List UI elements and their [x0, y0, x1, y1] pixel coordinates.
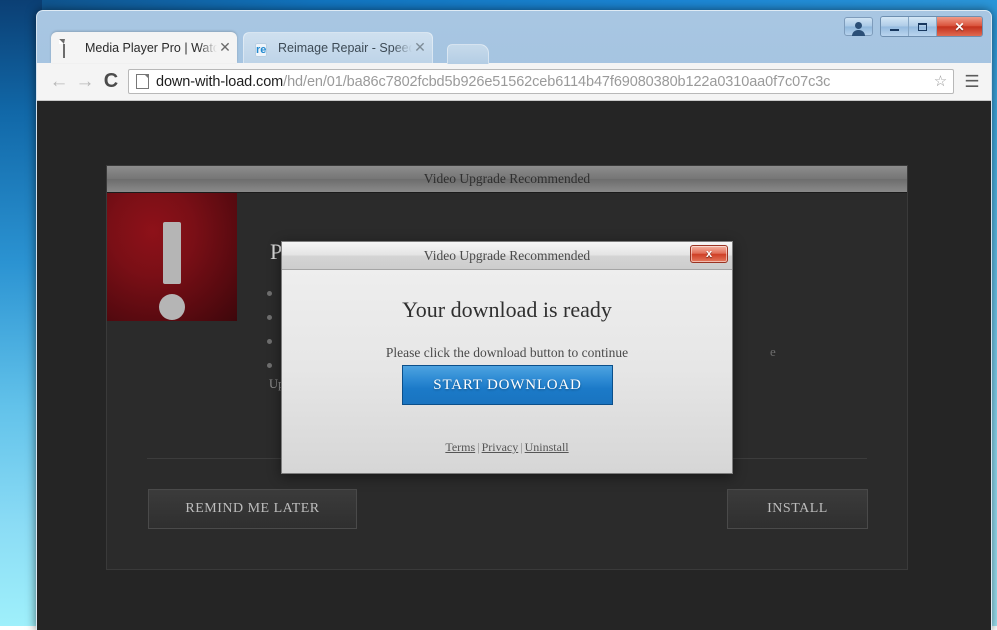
tab-title: Media Player Pro | Watch: [85, 40, 217, 55]
dialog-subtext: Please click the download button to cont…: [385, 345, 629, 360]
reload-button[interactable]: C: [98, 69, 124, 95]
window-controls: ✕: [844, 16, 983, 37]
tab-strip: Media Player Pro | Watch ✕ re Reimage Re…: [37, 11, 991, 64]
terms-link[interactable]: Terms: [445, 440, 475, 454]
maximize-button[interactable]: [909, 17, 937, 36]
remind-me-later-button[interactable]: REMIND ME LATER: [148, 489, 357, 529]
close-icon: x: [705, 248, 713, 260]
page-right-text-fragment: e: [770, 344, 776, 359]
minimize-button[interactable]: [881, 17, 909, 36]
uninstall-link[interactable]: Uninstall: [525, 440, 569, 454]
install-button[interactable]: INSTALL: [727, 489, 868, 529]
forward-button[interactable]: →: [72, 69, 98, 95]
address-bar[interactable]: down-with-load.com/hd/en/01/ba86c7802fcb…: [128, 69, 954, 94]
start-download-button[interactable]: START DOWNLOAD: [402, 365, 613, 405]
tab-reimage-repair[interactable]: re Reimage Repair - Speed u ✕: [243, 32, 433, 63]
page-header-title: Video Upgrade Recommended: [107, 166, 907, 193]
page-icon: [62, 38, 78, 58]
dialog-title: Video Upgrade Recommended: [423, 247, 591, 263]
browser-toolbar: ← → C down-with-load.com/hd/en/01/ba86c7…: [37, 63, 991, 101]
re-logo-text: re: [255, 43, 268, 57]
dialog-titlebar: Video Upgrade Recommended x: [282, 242, 732, 270]
bookmark-star-icon[interactable]: ☆: [932, 74, 949, 89]
tab-media-player-pro[interactable]: Media Player Pro | Watch ✕: [51, 32, 237, 63]
url-text: down-with-load.com/hd/en/01/ba86c7802fcb…: [156, 74, 932, 90]
menu-icon[interactable]: ☰: [962, 73, 982, 90]
tab-close-icon[interactable]: ✕: [412, 40, 428, 56]
tab-close-icon[interactable]: ✕: [217, 39, 233, 56]
dialog-heading: Your download is ready: [402, 297, 612, 322]
browser-window: Media Player Pro | Watch ✕ re Reimage Re…: [36, 10, 992, 630]
user-account-icon[interactable]: [844, 17, 873, 36]
dialog-footer-links: Terms | Privacy | Uninstall: [282, 440, 732, 455]
page-viewport: Video Upgrade Recommended P Up e REMIND …: [37, 101, 991, 630]
privacy-link[interactable]: Privacy: [482, 440, 519, 454]
dialog-close-button[interactable]: x: [690, 245, 728, 263]
back-button[interactable]: ←: [46, 69, 72, 95]
list-item-bullet: [267, 363, 272, 368]
url-host: down-with-load.com: [156, 73, 284, 90]
page-bullet-list: [267, 291, 272, 387]
new-tab-button[interactable]: [447, 44, 489, 64]
tab-title: Reimage Repair - Speed u: [278, 41, 412, 55]
re-logo-icon: re: [255, 40, 271, 57]
close-icon: ✕: [954, 19, 965, 34]
page-icon: [136, 74, 149, 89]
download-ready-dialog: Video Upgrade Recommended x Your downloa…: [281, 241, 733, 474]
list-item-bullet: [267, 291, 272, 296]
list-item-bullet: [267, 339, 272, 344]
exclamation-warning-icon: [107, 193, 237, 321]
url-path: /hd/en/01/ba86c7802fcbd5b926e51562ceb611…: [283, 73, 831, 90]
list-item-bullet: [267, 315, 272, 320]
window-button-group: ✕: [880, 16, 983, 37]
close-window-button[interactable]: ✕: [937, 17, 982, 36]
